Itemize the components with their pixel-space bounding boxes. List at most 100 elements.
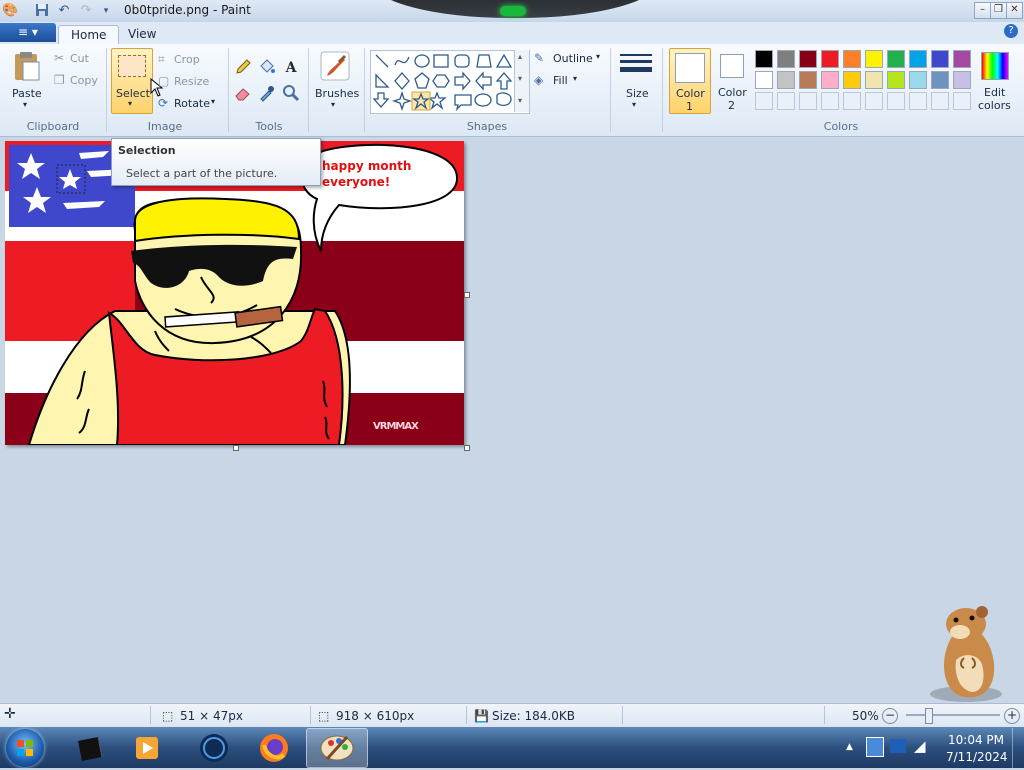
edit-colors-label-2: colors — [978, 99, 1011, 112]
custom-color-slot[interactable] — [799, 92, 817, 110]
color-swatch[interactable] — [843, 71, 861, 89]
brushes-button[interactable]: Brushes ▾ — [312, 50, 359, 112]
scroll-up-icon[interactable]: ▴ — [518, 52, 522, 61]
eraser-icon[interactable] — [232, 83, 254, 105]
color1-label: Color — [676, 87, 705, 100]
tray-display-icon[interactable] — [890, 739, 906, 753]
zoom-slider-thumb[interactable] — [925, 708, 933, 724]
select-button[interactable]: Select ▾ — [111, 48, 153, 114]
customize-quick-access-icon[interactable]: ▾ — [98, 3, 114, 19]
edit-colors-button[interactable]: Edit colors — [976, 48, 1012, 114]
file-menu-button[interactable]: ≡ ▾ — [0, 23, 56, 42]
expand-gallery-icon[interactable]: ▾ — [518, 96, 522, 105]
outline-button[interactable]: ✎ Outline ▾ — [534, 51, 606, 67]
canvas-resize-handle-corner[interactable] — [464, 445, 470, 451]
right-arrow-shape-icon — [454, 71, 471, 91]
color-swatch[interactable] — [931, 50, 949, 68]
color-swatch[interactable] — [755, 71, 773, 89]
custom-color-slot[interactable] — [887, 92, 905, 110]
color-swatch[interactable] — [865, 71, 883, 89]
color-swatch[interactable] — [843, 50, 861, 68]
color-swatch[interactable] — [821, 71, 839, 89]
custom-color-slot[interactable] — [865, 92, 883, 110]
undo-icon[interactable]: ↶ — [56, 3, 72, 19]
color2-button[interactable]: Color 2 — [712, 48, 752, 112]
color2-swatch — [720, 54, 744, 78]
custom-color-slot[interactable] — [909, 92, 927, 110]
color-swatch[interactable] — [821, 50, 839, 68]
crop-label: Crop — [174, 53, 200, 66]
tooltip-title: Selection — [118, 144, 176, 157]
color-swatch[interactable] — [755, 50, 773, 68]
color-swatch[interactable] — [865, 50, 883, 68]
zoom-in-button[interactable]: + — [1004, 708, 1020, 724]
globe-app-icon[interactable] — [196, 731, 232, 765]
color-swatch[interactable] — [953, 50, 971, 68]
shapes-gallery-scrollbar[interactable]: ▴ ▾ ▾ — [514, 50, 529, 112]
paste-button[interactable]: Paste ▾ — [8, 50, 46, 112]
color-swatch[interactable] — [887, 71, 905, 89]
color-swatch[interactable] — [931, 71, 949, 89]
canvas-resize-handle-bottom[interactable] — [233, 445, 239, 451]
zoom-slider-track[interactable] — [906, 714, 1000, 716]
fill-bucket-icon[interactable] — [256, 57, 278, 79]
custom-color-slot[interactable] — [843, 92, 861, 110]
copy-icon: ❐ — [54, 73, 65, 87]
restore-button[interactable]: ❐ — [990, 2, 1007, 19]
color-swatch[interactable] — [799, 71, 817, 89]
color-swatch[interactable] — [909, 50, 927, 68]
rotate-button[interactable]: ⟳ Rotate ▾ — [158, 96, 220, 112]
color1-button[interactable]: Color 1 — [669, 48, 711, 114]
save-icon[interactable] — [34, 3, 50, 19]
custom-color-slot[interactable] — [953, 92, 971, 110]
clock-date[interactable]: 7/11/2024 — [946, 750, 1008, 764]
custom-color-slot[interactable] — [931, 92, 949, 110]
cut-button[interactable]: ✂ Cut — [54, 51, 104, 67]
scroll-down-icon[interactable]: ▾ — [518, 74, 522, 83]
copy-button[interactable]: ❐ Copy — [54, 73, 104, 89]
tray-volume-icon[interactable]: ◢ — [914, 737, 926, 755]
pencil-icon[interactable] — [232, 57, 254, 79]
paste-icon — [15, 52, 40, 81]
paint-taskbar-button[interactable] — [306, 728, 368, 768]
size-button[interactable]: Size ▾ — [616, 50, 656, 112]
start-button[interactable] — [6, 729, 44, 767]
tray-network-icon[interactable] — [866, 737, 884, 757]
canvas-resize-handle-right[interactable] — [464, 292, 470, 298]
custom-color-slot[interactable] — [755, 92, 773, 110]
show-hidden-icons-icon[interactable]: ▲ — [846, 742, 853, 752]
color-swatch[interactable] — [953, 71, 971, 89]
text-tool-icon[interactable]: A — [280, 57, 302, 79]
fill-button[interactable]: ◈ Fill ▾ — [534, 73, 594, 89]
crop-button[interactable]: ⌗ Crop — [158, 52, 208, 68]
color-swatch[interactable] — [909, 71, 927, 89]
taskbar-app-dark-icon[interactable] — [72, 731, 108, 765]
custom-color-slot[interactable] — [821, 92, 839, 110]
redo-icon[interactable]: ↷ — [78, 3, 94, 19]
resize-button[interactable]: ▢ Resize — [158, 74, 212, 90]
color-swatch[interactable] — [777, 71, 795, 89]
close-button[interactable]: ✕ — [1006, 2, 1023, 19]
color2-number: 2 — [728, 99, 735, 112]
media-player-icon[interactable] — [130, 731, 166, 765]
magnifier-icon[interactable] — [280, 83, 302, 105]
tab-home[interactable]: Home — [58, 25, 120, 45]
resize-label: Resize — [174, 75, 210, 88]
drawing-canvas[interactable]: happy month everyone! VRMMAX — [5, 141, 464, 445]
firefox-icon[interactable] — [256, 731, 292, 765]
paint-app-icon[interactable]: 🎨 — [2, 3, 18, 19]
color-swatch[interactable] — [799, 50, 817, 68]
color-picker-icon[interactable] — [256, 83, 278, 105]
file-size-text: Size: 184.0KB — [492, 709, 575, 723]
custom-color-slot[interactable] — [777, 92, 795, 110]
color-swatch[interactable] — [777, 50, 795, 68]
up-arrow-shape-icon — [495, 72, 513, 90]
help-icon[interactable]: ? — [1004, 24, 1018, 38]
color-swatch[interactable] — [887, 50, 905, 68]
minimize-button[interactable]: – — [974, 2, 991, 19]
canvas-artwork — [5, 141, 464, 445]
zoom-out-button[interactable]: − — [882, 708, 898, 724]
tab-view[interactable]: View — [116, 25, 168, 44]
show-desktop-button[interactable] — [1012, 728, 1024, 768]
clock-time[interactable]: 10:04 PM — [948, 733, 1004, 747]
